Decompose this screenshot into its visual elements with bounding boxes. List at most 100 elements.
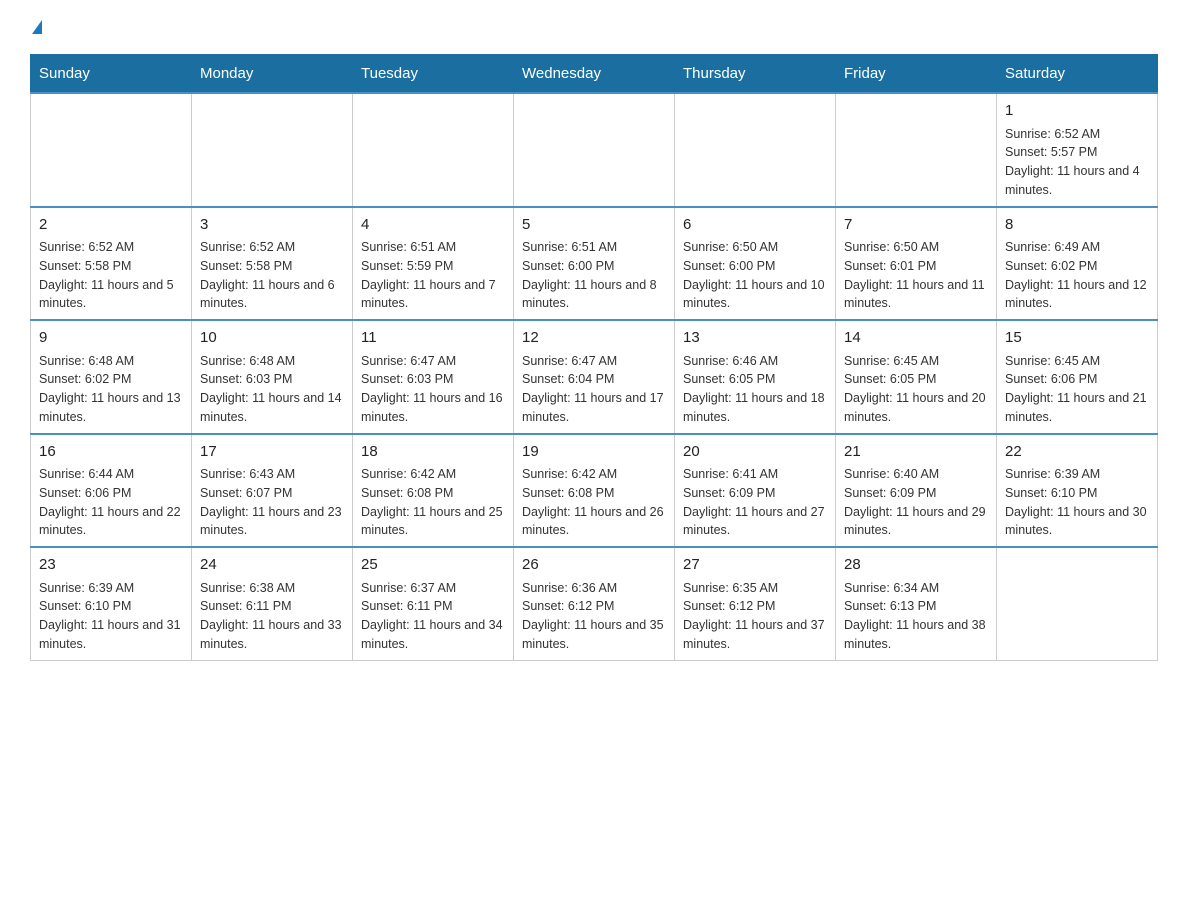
day-info: Sunrise: 6:43 AM Sunset: 6:07 PM Dayligh… [200, 465, 344, 540]
day-number: 22 [1005, 441, 1149, 464]
day-number: 27 [683, 554, 827, 577]
day-info: Sunrise: 6:34 AM Sunset: 6:13 PM Dayligh… [844, 579, 988, 654]
calendar-cell: 22Sunrise: 6:39 AM Sunset: 6:10 PM Dayli… [997, 434, 1158, 548]
calendar-cell: 17Sunrise: 6:43 AM Sunset: 6:07 PM Dayli… [192, 434, 353, 548]
day-number: 20 [683, 441, 827, 464]
week-row-3: 9Sunrise: 6:48 AM Sunset: 6:02 PM Daylig… [31, 320, 1158, 434]
day-number: 8 [1005, 214, 1149, 237]
day-info: Sunrise: 6:41 AM Sunset: 6:09 PM Dayligh… [683, 465, 827, 540]
day-number: 13 [683, 327, 827, 350]
day-info: Sunrise: 6:37 AM Sunset: 6:11 PM Dayligh… [361, 579, 505, 654]
day-number: 2 [39, 214, 183, 237]
calendar-cell: 15Sunrise: 6:45 AM Sunset: 6:06 PM Dayli… [997, 320, 1158, 434]
logo-triangle-icon [32, 20, 42, 34]
day-info: Sunrise: 6:48 AM Sunset: 6:03 PM Dayligh… [200, 352, 344, 427]
day-info: Sunrise: 6:50 AM Sunset: 6:01 PM Dayligh… [844, 238, 988, 313]
calendar-cell: 3Sunrise: 6:52 AM Sunset: 5:58 PM Daylig… [192, 207, 353, 321]
calendar-cell [31, 93, 192, 207]
calendar-cell: 20Sunrise: 6:41 AM Sunset: 6:09 PM Dayli… [675, 434, 836, 548]
day-number: 19 [522, 441, 666, 464]
week-row-4: 16Sunrise: 6:44 AM Sunset: 6:06 PM Dayli… [31, 434, 1158, 548]
day-number: 26 [522, 554, 666, 577]
day-info: Sunrise: 6:47 AM Sunset: 6:04 PM Dayligh… [522, 352, 666, 427]
day-number: 21 [844, 441, 988, 464]
calendar-cell: 25Sunrise: 6:37 AM Sunset: 6:11 PM Dayli… [353, 547, 514, 660]
calendar-table: SundayMondayTuesdayWednesdayThursdayFrid… [30, 54, 1158, 661]
calendar-cell: 14Sunrise: 6:45 AM Sunset: 6:05 PM Dayli… [836, 320, 997, 434]
calendar-cell: 5Sunrise: 6:51 AM Sunset: 6:00 PM Daylig… [514, 207, 675, 321]
weekday-header-saturday: Saturday [997, 55, 1158, 94]
day-info: Sunrise: 6:35 AM Sunset: 6:12 PM Dayligh… [683, 579, 827, 654]
calendar-cell: 26Sunrise: 6:36 AM Sunset: 6:12 PM Dayli… [514, 547, 675, 660]
day-info: Sunrise: 6:48 AM Sunset: 6:02 PM Dayligh… [39, 352, 183, 427]
day-info: Sunrise: 6:49 AM Sunset: 6:02 PM Dayligh… [1005, 238, 1149, 313]
calendar-cell [675, 93, 836, 207]
day-number: 5 [522, 214, 666, 237]
day-info: Sunrise: 6:45 AM Sunset: 6:06 PM Dayligh… [1005, 352, 1149, 427]
calendar-cell: 6Sunrise: 6:50 AM Sunset: 6:00 PM Daylig… [675, 207, 836, 321]
day-number: 12 [522, 327, 666, 350]
calendar-cell: 7Sunrise: 6:50 AM Sunset: 6:01 PM Daylig… [836, 207, 997, 321]
day-number: 24 [200, 554, 344, 577]
day-info: Sunrise: 6:36 AM Sunset: 6:12 PM Dayligh… [522, 579, 666, 654]
calendar-cell: 8Sunrise: 6:49 AM Sunset: 6:02 PM Daylig… [997, 207, 1158, 321]
weekday-header-row: SundayMondayTuesdayWednesdayThursdayFrid… [31, 55, 1158, 94]
day-number: 15 [1005, 327, 1149, 350]
weekday-header-wednesday: Wednesday [514, 55, 675, 94]
day-info: Sunrise: 6:46 AM Sunset: 6:05 PM Dayligh… [683, 352, 827, 427]
calendar-cell [353, 93, 514, 207]
day-number: 10 [200, 327, 344, 350]
day-number: 23 [39, 554, 183, 577]
calendar-cell: 16Sunrise: 6:44 AM Sunset: 6:06 PM Dayli… [31, 434, 192, 548]
day-number: 28 [844, 554, 988, 577]
day-info: Sunrise: 6:52 AM Sunset: 5:58 PM Dayligh… [39, 238, 183, 313]
day-info: Sunrise: 6:45 AM Sunset: 6:05 PM Dayligh… [844, 352, 988, 427]
weekday-header-thursday: Thursday [675, 55, 836, 94]
day-number: 1 [1005, 100, 1149, 123]
calendar-cell: 11Sunrise: 6:47 AM Sunset: 6:03 PM Dayli… [353, 320, 514, 434]
calendar-cell: 1Sunrise: 6:52 AM Sunset: 5:57 PM Daylig… [997, 93, 1158, 207]
calendar-cell: 2Sunrise: 6:52 AM Sunset: 5:58 PM Daylig… [31, 207, 192, 321]
calendar-cell: 23Sunrise: 6:39 AM Sunset: 6:10 PM Dayli… [31, 547, 192, 660]
day-number: 18 [361, 441, 505, 464]
week-row-1: 1Sunrise: 6:52 AM Sunset: 5:57 PM Daylig… [31, 93, 1158, 207]
day-info: Sunrise: 6:51 AM Sunset: 6:00 PM Dayligh… [522, 238, 666, 313]
page-header [30, 20, 1158, 34]
day-info: Sunrise: 6:47 AM Sunset: 6:03 PM Dayligh… [361, 352, 505, 427]
day-number: 11 [361, 327, 505, 350]
calendar-cell: 28Sunrise: 6:34 AM Sunset: 6:13 PM Dayli… [836, 547, 997, 660]
weekday-header-monday: Monday [192, 55, 353, 94]
day-info: Sunrise: 6:39 AM Sunset: 6:10 PM Dayligh… [1005, 465, 1149, 540]
day-number: 25 [361, 554, 505, 577]
weekday-header-sunday: Sunday [31, 55, 192, 94]
day-number: 6 [683, 214, 827, 237]
day-info: Sunrise: 6:52 AM Sunset: 5:58 PM Dayligh… [200, 238, 344, 313]
calendar-cell: 9Sunrise: 6:48 AM Sunset: 6:02 PM Daylig… [31, 320, 192, 434]
calendar-cell: 13Sunrise: 6:46 AM Sunset: 6:05 PM Dayli… [675, 320, 836, 434]
calendar-cell [192, 93, 353, 207]
day-info: Sunrise: 6:39 AM Sunset: 6:10 PM Dayligh… [39, 579, 183, 654]
calendar-cell: 4Sunrise: 6:51 AM Sunset: 5:59 PM Daylig… [353, 207, 514, 321]
weekday-header-friday: Friday [836, 55, 997, 94]
calendar-cell [997, 547, 1158, 660]
calendar-cell: 12Sunrise: 6:47 AM Sunset: 6:04 PM Dayli… [514, 320, 675, 434]
weekday-header-tuesday: Tuesday [353, 55, 514, 94]
week-row-2: 2Sunrise: 6:52 AM Sunset: 5:58 PM Daylig… [31, 207, 1158, 321]
day-info: Sunrise: 6:51 AM Sunset: 5:59 PM Dayligh… [361, 238, 505, 313]
logo [30, 20, 42, 34]
calendar-cell: 19Sunrise: 6:42 AM Sunset: 6:08 PM Dayli… [514, 434, 675, 548]
day-info: Sunrise: 6:44 AM Sunset: 6:06 PM Dayligh… [39, 465, 183, 540]
day-info: Sunrise: 6:52 AM Sunset: 5:57 PM Dayligh… [1005, 125, 1149, 200]
calendar-cell: 27Sunrise: 6:35 AM Sunset: 6:12 PM Dayli… [675, 547, 836, 660]
calendar-cell: 21Sunrise: 6:40 AM Sunset: 6:09 PM Dayli… [836, 434, 997, 548]
week-row-5: 23Sunrise: 6:39 AM Sunset: 6:10 PM Dayli… [31, 547, 1158, 660]
day-number: 17 [200, 441, 344, 464]
day-number: 16 [39, 441, 183, 464]
day-number: 4 [361, 214, 505, 237]
day-info: Sunrise: 6:50 AM Sunset: 6:00 PM Dayligh… [683, 238, 827, 313]
calendar-cell [514, 93, 675, 207]
calendar-cell: 10Sunrise: 6:48 AM Sunset: 6:03 PM Dayli… [192, 320, 353, 434]
calendar-cell: 18Sunrise: 6:42 AM Sunset: 6:08 PM Dayli… [353, 434, 514, 548]
calendar-cell: 24Sunrise: 6:38 AM Sunset: 6:11 PM Dayli… [192, 547, 353, 660]
day-info: Sunrise: 6:42 AM Sunset: 6:08 PM Dayligh… [361, 465, 505, 540]
